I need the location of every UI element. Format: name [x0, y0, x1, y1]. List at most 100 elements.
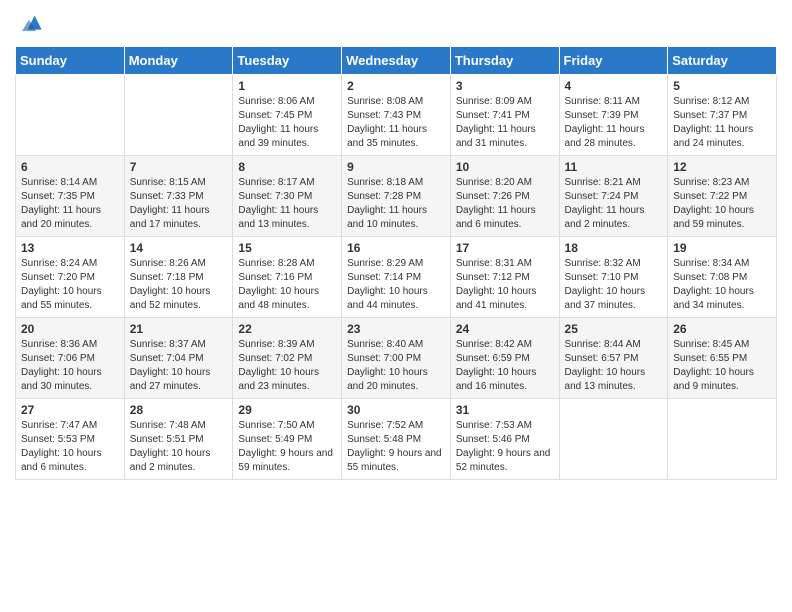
- day-detail: Sunrise: 7:48 AM Sunset: 5:51 PM Dayligh…: [130, 419, 228, 475]
- day-number: 3: [456, 79, 554, 93]
- day-detail: Sunrise: 8:17 AM Sunset: 7:30 PM Dayligh…: [238, 176, 336, 232]
- day-number: 25: [565, 322, 663, 336]
- day-detail: Sunrise: 8:32 AM Sunset: 7:10 PM Dayligh…: [565, 257, 663, 313]
- day-number: 13: [21, 241, 119, 255]
- calendar-cell: 10 Sunrise: 8:20 AM Sunset: 7:26 PM Dayli…: [450, 156, 559, 237]
- day-number: 23: [347, 322, 445, 336]
- day-detail: Sunrise: 8:40 AM Sunset: 7:00 PM Dayligh…: [347, 338, 445, 394]
- calendar-cell: [16, 75, 125, 156]
- calendar-cell: 24 Sunrise: 8:42 AM Sunset: 6:59 PM Dayli…: [450, 318, 559, 399]
- calendar-cell: 11Sunrise: 8:21 AM Sunset: 7:24 PM Dayli…: [559, 156, 668, 237]
- day-detail: Sunrise: 8:26 AM Sunset: 7:18 PM Dayligh…: [130, 257, 228, 313]
- calendar-cell: [668, 399, 777, 480]
- calendar-cell: 8 Sunrise: 8:17 AM Sunset: 7:30 PM Daylig…: [233, 156, 342, 237]
- calendar-cell: 19 Sunrise: 8:34 AM Sunset: 7:08 PM Dayli…: [668, 237, 777, 318]
- day-number: 22: [238, 322, 336, 336]
- day-number: 4: [565, 79, 663, 93]
- calendar-cell: 23 Sunrise: 8:40 AM Sunset: 7:00 PM Dayli…: [342, 318, 451, 399]
- day-number: 21: [130, 322, 228, 336]
- day-number: 16: [347, 241, 445, 255]
- day-detail: Sunrise: 8:45 AM Sunset: 6:55 PM Dayligh…: [673, 338, 771, 394]
- day-detail: Sunrise: 8:39 AM Sunset: 7:02 PM Dayligh…: [238, 338, 336, 394]
- day-detail: Sunrise: 8:18 AM Sunset: 7:28 PM Dayligh…: [347, 176, 445, 232]
- day-number: 8: [238, 160, 336, 174]
- day-detail: Sunrise: 8:42 AM Sunset: 6:59 PM Dayligh…: [456, 338, 554, 394]
- calendar-cell: 28 Sunrise: 7:48 AM Sunset: 5:51 PM Dayli…: [124, 399, 233, 480]
- day-detail: Sunrise: 7:50 AM Sunset: 5:49 PM Dayligh…: [238, 419, 336, 475]
- day-detail: Sunrise: 7:53 AM Sunset: 5:46 PM Dayligh…: [456, 419, 554, 475]
- day-detail: Sunrise: 8:37 AM Sunset: 7:04 PM Dayligh…: [130, 338, 228, 394]
- page: SundayMondayTuesdayWednesdayThursdayFrid…: [0, 0, 792, 612]
- day-number: 1: [238, 79, 336, 93]
- day-number: 9: [347, 160, 445, 174]
- day-number: 19: [673, 241, 771, 255]
- calendar-table: SundayMondayTuesdayWednesdayThursdayFrid…: [15, 46, 777, 480]
- day-number: 10: [456, 160, 554, 174]
- header: [15, 10, 777, 38]
- calendar-cell: 18 Sunrise: 8:32 AM Sunset: 7:10 PM Dayli…: [559, 237, 668, 318]
- calendar-cell: 13Sunrise: 8:24 AM Sunset: 7:20 PM Dayli…: [16, 237, 125, 318]
- calendar-cell: [124, 75, 233, 156]
- day-number: 29: [238, 403, 336, 417]
- calendar-cell: 1 Sunrise: 8:06 AM Sunset: 7:45 PM Daylig…: [233, 75, 342, 156]
- calendar-cell: 6Sunrise: 8:14 AM Sunset: 7:35 PM Daylig…: [16, 156, 125, 237]
- calendar-week-row: 1 Sunrise: 8:06 AM Sunset: 7:45 PM Daylig…: [16, 75, 777, 156]
- day-number: 14: [130, 241, 228, 255]
- calendar-cell: [559, 399, 668, 480]
- calendar-header-row: SundayMondayTuesdayWednesdayThursdayFrid…: [16, 47, 777, 75]
- day-number: 2: [347, 79, 445, 93]
- day-number: 26: [673, 322, 771, 336]
- calendar-week-row: 13Sunrise: 8:24 AM Sunset: 7:20 PM Dayli…: [16, 237, 777, 318]
- day-number: 5: [673, 79, 771, 93]
- calendar-cell: 7 Sunrise: 8:15 AM Sunset: 7:33 PM Daylig…: [124, 156, 233, 237]
- day-number: 27: [21, 403, 119, 417]
- calendar-cell: 15Sunrise: 8:28 AM Sunset: 7:16 PM Dayli…: [233, 237, 342, 318]
- day-number: 17: [456, 241, 554, 255]
- calendar-cell: 27Sunrise: 7:47 AM Sunset: 5:53 PM Dayli…: [16, 399, 125, 480]
- calendar-cell: 31 Sunrise: 7:53 AM Sunset: 5:46 PM Dayli…: [450, 399, 559, 480]
- day-detail: Sunrise: 8:15 AM Sunset: 7:33 PM Dayligh…: [130, 176, 228, 232]
- calendar-header-cell: Sunday: [16, 47, 125, 75]
- day-detail: Sunrise: 8:34 AM Sunset: 7:08 PM Dayligh…: [673, 257, 771, 313]
- calendar-week-row: 20Sunrise: 8:36 AM Sunset: 7:06 PM Dayli…: [16, 318, 777, 399]
- calendar-cell: 20Sunrise: 8:36 AM Sunset: 7:06 PM Dayli…: [16, 318, 125, 399]
- calendar-header-cell: Saturday: [668, 47, 777, 75]
- calendar-cell: 12Sunrise: 8:23 AM Sunset: 7:22 PM Dayli…: [668, 156, 777, 237]
- day-detail: Sunrise: 8:06 AM Sunset: 7:45 PM Dayligh…: [238, 95, 336, 151]
- calendar-cell: 22 Sunrise: 8:39 AM Sunset: 7:02 PM Dayli…: [233, 318, 342, 399]
- day-number: 11: [565, 160, 663, 174]
- day-detail: Sunrise: 8:20 AM Sunset: 7:26 PM Dayligh…: [456, 176, 554, 232]
- day-number: 12: [673, 160, 771, 174]
- calendar-cell: 4 Sunrise: 8:11 AM Sunset: 7:39 PM Daylig…: [559, 75, 668, 156]
- calendar-cell: 16 Sunrise: 8:29 AM Sunset: 7:14 PM Dayli…: [342, 237, 451, 318]
- day-number: 6: [21, 160, 119, 174]
- calendar-cell: 14 Sunrise: 8:26 AM Sunset: 7:18 PM Dayli…: [124, 237, 233, 318]
- day-number: 20: [21, 322, 119, 336]
- day-number: 18: [565, 241, 663, 255]
- calendar-cell: 26 Sunrise: 8:45 AM Sunset: 6:55 PM Dayli…: [668, 318, 777, 399]
- calendar-cell: 3Sunrise: 8:09 AM Sunset: 7:41 PM Daylig…: [450, 75, 559, 156]
- day-number: 28: [130, 403, 228, 417]
- day-detail: Sunrise: 8:31 AM Sunset: 7:12 PM Dayligh…: [456, 257, 554, 313]
- calendar-header-cell: Wednesday: [342, 47, 451, 75]
- logo: [15, 10, 47, 38]
- calendar-cell: 2 Sunrise: 8:08 AM Sunset: 7:43 PM Daylig…: [342, 75, 451, 156]
- day-number: 7: [130, 160, 228, 174]
- calendar-cell: 17 Sunrise: 8:31 AM Sunset: 7:12 PM Dayli…: [450, 237, 559, 318]
- day-detail: Sunrise: 8:11 AM Sunset: 7:39 PM Dayligh…: [565, 95, 663, 151]
- calendar-header-cell: Friday: [559, 47, 668, 75]
- day-detail: Sunrise: 7:52 AM Sunset: 5:48 PM Dayligh…: [347, 419, 445, 475]
- day-number: 24: [456, 322, 554, 336]
- calendar-cell: 29 Sunrise: 7:50 AM Sunset: 5:49 PM Dayli…: [233, 399, 342, 480]
- calendar-header-cell: Tuesday: [233, 47, 342, 75]
- day-detail: Sunrise: 8:12 AM Sunset: 7:37 PM Dayligh…: [673, 95, 771, 151]
- day-number: 31: [456, 403, 554, 417]
- day-detail: Sunrise: 8:29 AM Sunset: 7:14 PM Dayligh…: [347, 257, 445, 313]
- calendar-header-cell: Thursday: [450, 47, 559, 75]
- calendar-body: 1 Sunrise: 8:06 AM Sunset: 7:45 PM Daylig…: [16, 75, 777, 480]
- calendar-header-cell: Monday: [124, 47, 233, 75]
- calendar-week-row: 6Sunrise: 8:14 AM Sunset: 7:35 PM Daylig…: [16, 156, 777, 237]
- day-number: 15: [238, 241, 336, 255]
- day-number: 30: [347, 403, 445, 417]
- day-detail: Sunrise: 8:08 AM Sunset: 7:43 PM Dayligh…: [347, 95, 445, 151]
